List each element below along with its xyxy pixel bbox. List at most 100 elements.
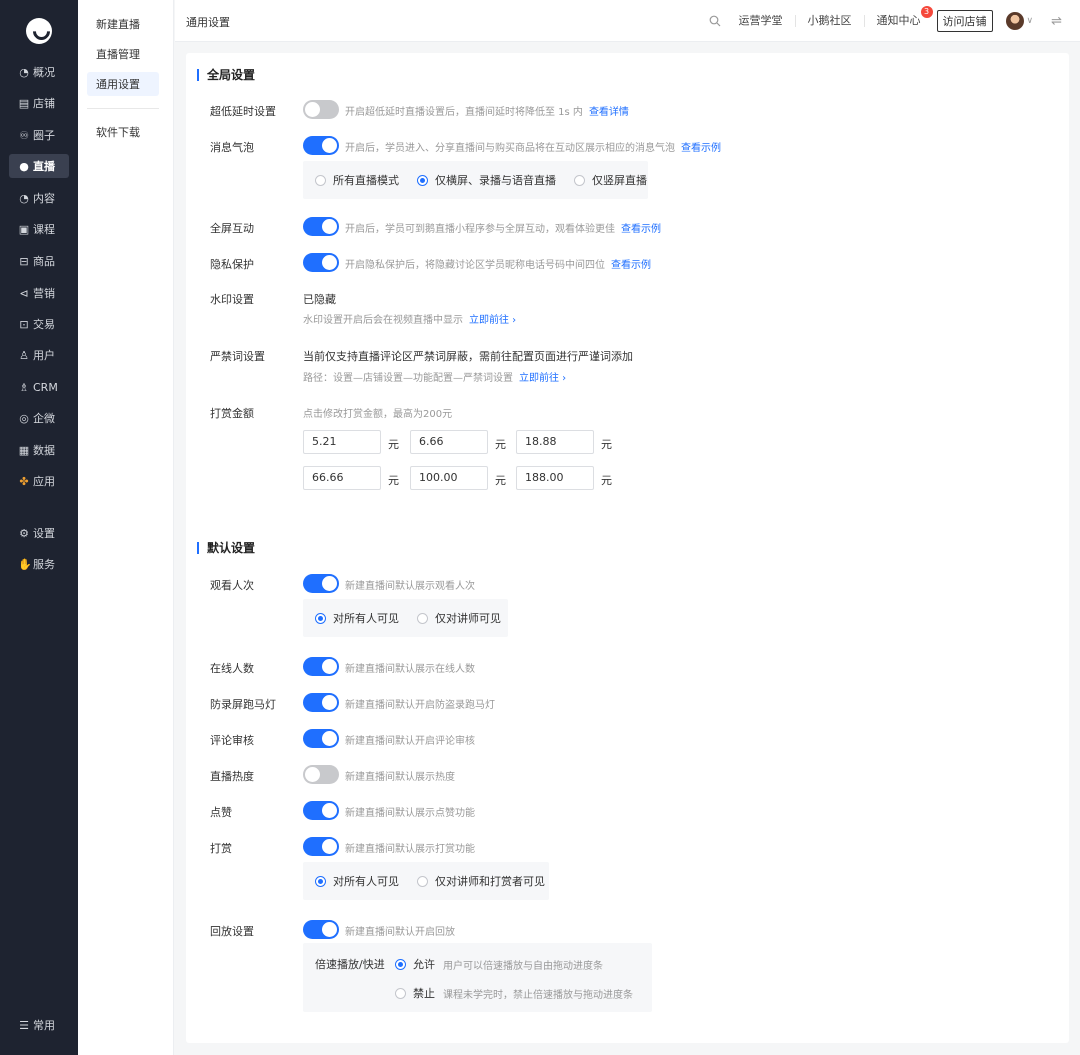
nav-item-trade[interactable]: ⊡ 交易 <box>9 312 69 336</box>
fullscreen-example-link[interactable]: 查看示例 <box>621 224 661 235</box>
reward-amount-input-3[interactable]: 18.88 <box>516 430 594 454</box>
section-title-defaults: 默认设置 <box>197 542 255 554</box>
low-latency-desc-text: 开启超低延时直播设置后，直播间延时将降低至 1s 内 <box>345 107 583 118</box>
radio-label: 禁止 <box>413 987 435 1000</box>
speed-allow-desc: 用户可以倍速播放与自由拖动进度条 <box>443 960 603 972</box>
review-toggle[interactable] <box>303 729 339 748</box>
avatar[interactable] <box>1005 12 1024 30</box>
watermark-desc-text: 水印设置开启后会在视频直播中显示 <box>303 315 463 326</box>
radio-icon <box>315 174 326 186</box>
unit-label: 元 <box>601 474 612 487</box>
header-link-community[interactable]: 小鹅社区 <box>796 15 865 27</box>
nav-item-label: 常用 <box>33 1019 55 1032</box>
reward-amount-input-4[interactable]: 66.66 <box>303 466 381 490</box>
radio-label: 所有直播模式 <box>333 174 399 187</box>
store-icon: ▤ <box>18 96 30 110</box>
reward-amount-input-6[interactable]: 188.00 <box>516 466 594 490</box>
nav-item-label: 数据 <box>33 444 55 457</box>
nav-item-live[interactable]: ● 直播 <box>9 154 69 178</box>
radio-label: 仅竖屏直播 <box>592 174 647 187</box>
nav-item-users[interactable]: ♙ 用户 <box>9 343 69 367</box>
submenu-new-live[interactable]: 新建直播 <box>87 12 159 36</box>
bubble-label: 消息气泡 <box>210 141 254 154</box>
nav-item-circle[interactable]: ♾ 圈子 <box>9 123 69 147</box>
online-toggle[interactable] <box>303 657 339 676</box>
reward-amount-input-2[interactable]: 6.66 <box>410 430 488 454</box>
viewers-desc: 新建直播间默认展示观看人次 <box>345 581 475 592</box>
tip-toggle[interactable] <box>303 837 339 856</box>
radio-label: 对所有人可见 <box>333 612 399 625</box>
bubble-example-link[interactable]: 查看示例 <box>681 143 721 154</box>
nav-item-label: 店铺 <box>33 97 55 110</box>
visit-store-button[interactable]: 访问店铺 <box>936 10 993 32</box>
radio-icon <box>417 612 428 624</box>
nav-item-goods[interactable]: ⊟ 商品 <box>9 249 69 273</box>
nav-item-label: 交易 <box>33 318 55 331</box>
bubble-toggle[interactable] <box>303 136 339 155</box>
nav-item-wecom[interactable]: ◎ 企微 <box>9 406 69 430</box>
tip-option-teacher-tipper[interactable]: 仅对讲师和打赏者可见 <box>417 873 545 889</box>
like-toggle[interactable] <box>303 801 339 820</box>
header-link-notifications[interactable]: 通知中心 3 <box>865 6 933 27</box>
privacy-example-link[interactable]: 查看示例 <box>611 260 651 271</box>
bubble-option-landscape[interactable]: 仅横屏、录播与语音直播 <box>417 172 556 188</box>
course-icon: ▣ <box>18 222 30 236</box>
speed-option-allow[interactable]: 允许 <box>395 956 435 972</box>
reward-amount-desc: 点击修改打赏金额，最高为200元 <box>303 409 453 420</box>
watermark-go-link[interactable]: 立即前往 › <box>469 315 516 326</box>
like-label: 点赞 <box>210 806 232 819</box>
chevron-down-icon[interactable]: ∨ <box>1027 16 1034 26</box>
page-title: 通用设置 <box>186 16 230 29</box>
nav-item-store[interactable]: ▤ 店铺 <box>9 91 69 115</box>
search-icon[interactable] <box>709 15 721 27</box>
nav-item-service[interactable]: ✋ 服务 <box>9 552 69 576</box>
fullscreen-desc: 开启后，学员可到鹅直播小程序参与全屏互动，观看体验更佳 查看示例 <box>345 220 661 235</box>
speed-label: 倍速播放/快进 <box>315 958 385 971</box>
heat-toggle[interactable] <box>303 765 339 784</box>
viewers-option-teacher[interactable]: 仅对讲师可见 <box>417 610 501 626</box>
trade-icon: ⊡ <box>19 317 29 331</box>
bubble-option-portrait[interactable]: 仅竖屏直播 <box>574 172 647 188</box>
nav-item-data[interactable]: ▦ 数据 <box>9 438 69 462</box>
bubble-options: 所有直播模式 仅横屏、录播与语音直播 仅竖屏直播 <box>303 161 648 199</box>
switch-icon[interactable]: ⇌ <box>1051 14 1062 29</box>
reward-amount-input-1[interactable]: 5.21 <box>303 430 381 454</box>
marquee-toggle[interactable] <box>303 693 339 712</box>
low-latency-detail-link[interactable]: 查看详情 <box>589 107 629 118</box>
nav-item-marketing[interactable]: ⊲ 营销 <box>9 281 69 305</box>
header-link-academy[interactable]: 运营学堂 <box>727 15 796 27</box>
bubble-option-all[interactable]: 所有直播模式 <box>315 172 399 188</box>
nav-item-settings[interactable]: ⚙ 设置 <box>9 521 69 545</box>
banned-words-go-link[interactable]: 立即前往 › <box>519 373 566 384</box>
submenu-divider <box>87 108 159 109</box>
viewers-toggle[interactable] <box>303 574 339 593</box>
nav-item-label: 服务 <box>33 558 55 571</box>
fullscreen-toggle[interactable] <box>303 217 339 236</box>
radio-label: 对所有人可见 <box>333 875 399 888</box>
tip-option-all[interactable]: 对所有人可见 <box>315 873 399 889</box>
heat-desc: 新建直播间默认展示热度 <box>345 772 455 783</box>
nav-item-label: 企微 <box>33 412 55 425</box>
replay-toggle[interactable] <box>303 920 339 939</box>
reward-amount-input-5[interactable]: 100.00 <box>410 466 488 490</box>
logo-icon[interactable] <box>26 18 52 44</box>
submenu-software-download[interactable]: 软件下载 <box>87 120 159 144</box>
submenu-general-settings[interactable]: 通用设置 <box>87 72 159 96</box>
viewers-option-all[interactable]: 对所有人可见 <box>315 610 399 626</box>
marquee-label: 防录屏跑马灯 <box>210 698 276 711</box>
fullscreen-label: 全屏互动 <box>210 222 254 235</box>
nav-item-label: 圈子 <box>33 129 55 142</box>
nav-item-apps[interactable]: ✤ 应用 <box>9 469 69 493</box>
nav-item-common[interactable]: ☰ 常用 <box>9 1013 69 1037</box>
nav-item-course[interactable]: ▣ 课程 <box>9 217 69 241</box>
bubble-desc-text: 开启后，学员进入、分享直播间与购买商品将在互动区展示相应的消息气泡 <box>345 143 675 154</box>
nav-item-overview[interactable]: ◔ 概况 <box>9 60 69 84</box>
goods-icon: ⊟ <box>19 254 29 268</box>
nav-item-crm[interactable]: ♗ CRM <box>9 375 69 399</box>
privacy-toggle[interactable] <box>303 253 339 272</box>
speed-option-deny[interactable]: 禁止 <box>395 985 435 1001</box>
low-latency-toggle[interactable] <box>303 100 339 119</box>
nav-item-content[interactable]: ◔ 内容 <box>9 186 69 210</box>
nav-item-label: CRM <box>33 380 58 394</box>
submenu-live-manage[interactable]: 直播管理 <box>87 42 159 66</box>
